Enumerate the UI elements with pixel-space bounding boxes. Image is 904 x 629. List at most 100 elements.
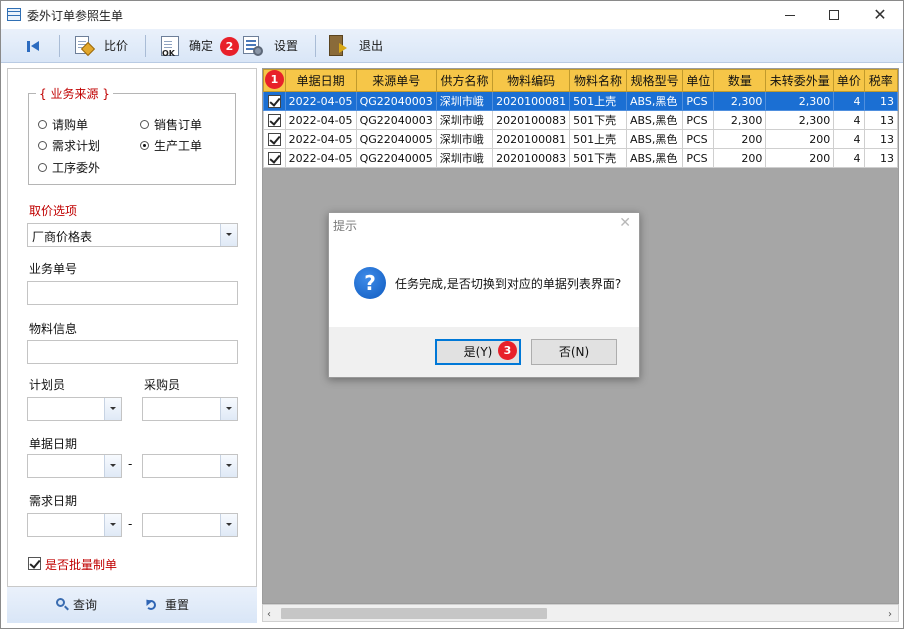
grid-header-row: 单据日期 来源单号 供方名称 物料编码 物料名称 规格型号 单位 数量 未转委外… (263, 69, 898, 92)
business-no-label: 业务单号 (29, 262, 78, 276)
column-header[interactable]: 物料名称 (569, 69, 627, 92)
scrollbar-thumb[interactable] (281, 608, 547, 619)
row-checkbox[interactable] (267, 151, 281, 165)
column-header[interactable]: 规格型号 (625, 69, 684, 92)
toolbar-separator (315, 35, 316, 57)
cell-qty: 2,300 (713, 91, 767, 111)
column-header[interactable]: 供方名称 (435, 69, 494, 92)
horizontal-scrollbar[interactable]: ‹ › (262, 604, 899, 622)
settings-button[interactable]: 设置 (242, 33, 304, 59)
date-range-separator: - (128, 517, 133, 531)
business-no-input[interactable] (27, 281, 238, 305)
batch-checkbox[interactable] (28, 557, 41, 570)
business-source-title: { 业务来源 } (36, 85, 113, 102)
row-checkbox[interactable] (267, 132, 281, 146)
demand-date-to[interactable] (142, 513, 238, 537)
data-grid: 单据日期 来源单号 供方名称 物料编码 物料名称 规格型号 单位 数量 未转委外… (263, 69, 898, 168)
filter-panel: { 业务来源 } 请购单 销售订单 需求计划 生产工单 工序委外 取价选项 厂商… (7, 68, 257, 587)
question-icon: ? (354, 267, 386, 299)
close-icon: ✕ (873, 5, 887, 24)
exit-label: 退出 (359, 39, 384, 53)
cell-material-code: 2020100083 (492, 110, 571, 130)
doc-date-label: 单据日期 (29, 437, 78, 451)
price-option-label: 取价选项 (29, 204, 78, 218)
cell-tax-rate: 13 (863, 148, 898, 168)
chevron-down-icon[interactable] (220, 224, 237, 246)
demand-date-label: 需求日期 (29, 494, 78, 508)
column-header[interactable]: 来源单号 (355, 69, 437, 92)
cell-qty: 200 (713, 148, 767, 168)
cell-tax-rate: 13 (863, 110, 898, 130)
dialog-title: 提示 (333, 219, 358, 233)
buyer-select[interactable] (142, 397, 238, 421)
table-row[interactable]: 2022-04-05 QG22040003 深圳市峨 2020100083 50… (263, 110, 898, 130)
cell-material-name: 501下壳 (569, 148, 627, 168)
dialog-body: ? 任务完成,是否切换到对应的单据列表界面? (329, 237, 639, 327)
cell-price: 4 (833, 91, 865, 111)
date-range-separator: - (128, 457, 133, 471)
cell-price: 4 (833, 110, 865, 130)
cell-unit: PCS (682, 110, 715, 130)
column-header[interactable]: 物料编码 (492, 69, 571, 92)
doc-date-from[interactable] (27, 454, 122, 478)
cell-spec: ABS,黑色 (625, 110, 684, 130)
compare-price-label: 比价 (104, 39, 129, 53)
planner-label: 计划员 (29, 378, 66, 392)
doc-date-to[interactable] (142, 454, 238, 478)
scroll-right-icon[interactable]: › (888, 609, 892, 620)
row-checkbox[interactable] (267, 94, 281, 108)
window-title: 委外订单参照生单 (27, 9, 124, 23)
exit-button[interactable]: 退出 (327, 33, 387, 59)
exit-door-icon (327, 34, 349, 58)
reset-button[interactable]: 重置 (143, 596, 195, 614)
maximize-button[interactable] (811, 1, 857, 29)
scroll-left-icon[interactable]: ‹ (267, 609, 271, 620)
radio-dot (38, 141, 47, 150)
price-option-value: 厂商价格表 (32, 230, 93, 244)
step-badge-1: 1 (265, 70, 284, 89)
chevron-down-icon[interactable] (104, 398, 121, 420)
toolbar: 比价 OK 确定 设置 退出 (1, 29, 903, 63)
cell-remaining-qty: 200 (765, 129, 835, 149)
column-header[interactable]: 税率 (863, 69, 898, 92)
row-checkbox-cell[interactable] (263, 91, 286, 111)
confirm-button[interactable]: OK 确定 (159, 33, 217, 59)
table-row[interactable]: 2022-04-05 QG22040005 深圳市峨 2020100083 50… (263, 148, 898, 168)
material-info-input[interactable] (27, 340, 238, 364)
column-header[interactable]: 单价 (833, 69, 865, 92)
column-header[interactable]: 未转委外量 (765, 69, 835, 92)
column-header[interactable]: 单位 (682, 69, 715, 92)
row-checkbox[interactable] (267, 113, 281, 127)
column-header[interactable]: 数量 (713, 69, 767, 92)
cell-material-code: 2020100081 (492, 129, 571, 149)
no-button[interactable]: 否(N) (531, 339, 617, 365)
chevron-down-icon[interactable] (104, 514, 121, 536)
price-option-select[interactable]: 厂商价格表 (27, 223, 238, 247)
chevron-down-icon[interactable] (104, 455, 121, 477)
compare-price-button[interactable]: 比价 (73, 33, 133, 59)
chevron-down-icon[interactable] (220, 455, 237, 477)
query-button[interactable]: 查询 (53, 596, 103, 614)
table-row[interactable]: 2022-04-05 QG22040003 深圳市峨 2020100081 50… (263, 91, 898, 111)
dialog-close-icon[interactable]: ✕ (619, 215, 631, 231)
close-button[interactable]: ✕ (857, 1, 903, 29)
minimize-icon (785, 14, 795, 16)
row-checkbox-cell[interactable] (263, 110, 286, 130)
row-checkbox-cell[interactable] (263, 129, 286, 149)
minimize-button[interactable] (767, 1, 813, 29)
chevron-down-icon[interactable] (220, 398, 237, 420)
dialog-title-bar: 提示 ✕ (329, 213, 639, 237)
cell-supplier: 深圳市峨 (435, 91, 494, 111)
first-record-icon[interactable] (25, 39, 41, 55)
row-checkbox-cell[interactable] (263, 148, 286, 168)
table-row[interactable]: 2022-04-05 QG22040005 深圳市峨 2020100081 50… (263, 129, 898, 149)
demand-date-from[interactable] (27, 513, 122, 537)
radio-dot (140, 120, 149, 129)
cell-tax-rate: 13 (863, 129, 898, 149)
search-icon (53, 597, 69, 613)
chevron-down-icon[interactable] (220, 514, 237, 536)
cell-material-name: 501上壳 (569, 91, 627, 111)
planner-select[interactable] (27, 397, 122, 421)
column-header[interactable]: 单据日期 (284, 69, 357, 92)
cell-remaining-qty: 200 (765, 148, 835, 168)
